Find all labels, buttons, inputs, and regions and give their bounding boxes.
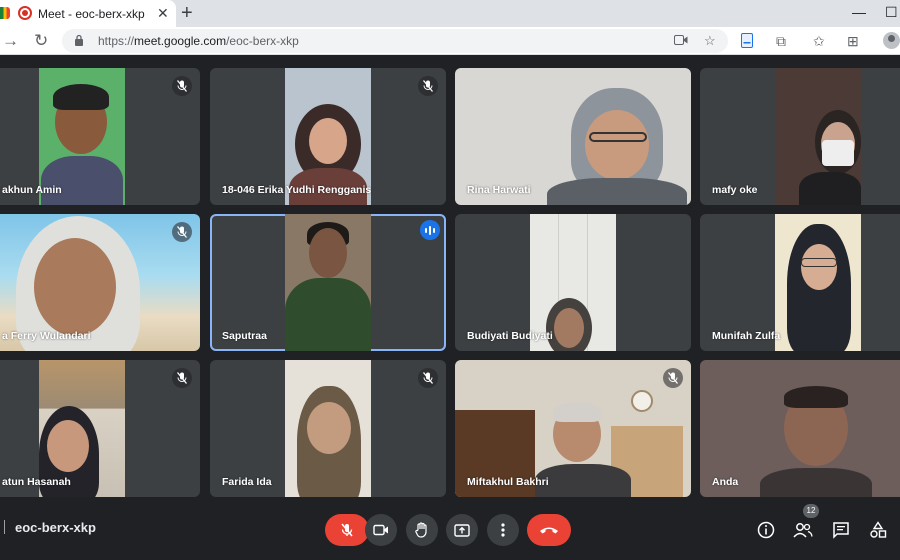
meeting-controls-bar: eoc-berx-xkp	[0, 504, 900, 560]
window-minimize-button[interactable]: —	[852, 4, 866, 20]
info-icon	[757, 521, 775, 539]
participant-tile[interactable]: Budiyati Budiyati	[455, 214, 691, 351]
participant-tile[interactable]: Rina Harwati	[455, 68, 691, 205]
participant-count-badge: 12	[803, 504, 819, 518]
mic-off-icon	[172, 368, 192, 388]
forward-arrow-icon[interactable]: →	[2, 31, 19, 51]
mic-off-icon	[172, 222, 192, 242]
participant-name: Budiyati Budiyati	[467, 330, 553, 342]
tab-close-button[interactable]: ✕	[157, 5, 169, 21]
recording-icon	[18, 6, 32, 20]
participant-tile-self[interactable]: Anda	[700, 360, 900, 497]
participant-tile[interactable]: Munifah Zulfa	[700, 214, 900, 351]
participant-name: 18-046 Erika Yudhi Rengganis	[222, 184, 372, 196]
camera-icon	[373, 524, 388, 536]
collections-icon[interactable]: ⊞	[847, 33, 859, 49]
participant-tile[interactable]: 18-046 Erika Yudhi Rengganis	[210, 68, 446, 205]
chat-button[interactable]	[829, 518, 853, 542]
participant-tile-active-speaker[interactable]: Saputraa	[210, 214, 446, 351]
participant-name: mafy oke	[712, 184, 758, 196]
reload-icon[interactable]: ↻	[34, 31, 48, 51]
raise-hand-icon	[415, 522, 427, 538]
window-maximize-button[interactable]: ☐	[885, 4, 898, 20]
mic-toggle-button[interactable]	[325, 514, 369, 546]
more-options-icon	[501, 523, 505, 537]
favorites-icon[interactable]: ✩	[813, 33, 825, 49]
participant-name: Munifah Zulfa	[712, 330, 781, 342]
browser-tab-bar: Meet - eoc-berx-xkp ✕ + — ☐	[0, 0, 900, 27]
activities-button[interactable]	[866, 518, 890, 542]
participant-video	[775, 214, 861, 351]
participant-tile[interactable]: mafy oke	[700, 68, 900, 205]
previous-tab-favicon	[0, 7, 10, 19]
present-icon	[454, 523, 470, 537]
show-everyone-button[interactable]	[791, 518, 815, 542]
participant-video	[775, 68, 861, 205]
meeting-stage: akhun Amin 18-046 Erika Yudhi Rengganis …	[0, 55, 900, 504]
participant-name: Rina Harwati	[467, 184, 531, 196]
end-call-icon	[540, 527, 558, 533]
speaking-indicator-icon	[420, 220, 440, 240]
mic-off-icon	[172, 76, 192, 96]
end-call-button[interactable]	[527, 514, 571, 546]
camera-toggle-button[interactable]	[365, 514, 397, 546]
browser-toolbar: → ↻ https://meet.google.com/eoc-berx-xkp…	[0, 27, 900, 55]
participant-tile[interactable]: a Ferry Wulandari	[0, 214, 200, 351]
participant-name: Farida Ida	[222, 476, 272, 488]
profile-avatar[interactable]	[883, 32, 900, 49]
activities-icon	[870, 521, 887, 538]
new-tab-button[interactable]: +	[181, 2, 193, 24]
participant-name: akhun Amin	[2, 184, 62, 196]
participant-video	[285, 214, 371, 351]
present-screen-button[interactable]	[446, 514, 478, 546]
camera-in-use-icon[interactable]	[674, 34, 688, 46]
chat-icon	[833, 522, 849, 539]
mic-off-icon	[418, 368, 438, 388]
lock-icon	[75, 34, 83, 46]
participant-name: Miftakhul Bakhri	[467, 476, 549, 488]
participant-tile[interactable]: akhun Amin	[0, 68, 200, 205]
meeting-details-button[interactable]	[754, 518, 778, 542]
meeting-code: eoc-berx-xkp	[4, 520, 96, 535]
add-favorite-icon[interactable]: ☆	[704, 33, 716, 49]
address-bar[interactable]: https://meet.google.com/eoc-berx-xkp ☆	[62, 29, 728, 53]
more-options-button[interactable]	[487, 514, 519, 546]
raise-hand-button[interactable]	[406, 514, 438, 546]
tab-title: Meet - eoc-berx-xkp	[38, 7, 145, 21]
participant-name: a Ferry Wulandari	[2, 330, 91, 342]
mic-off-icon	[663, 368, 683, 388]
extensions-icon[interactable]: ⧉	[776, 33, 786, 49]
people-icon	[793, 523, 813, 538]
document-extension-icon[interactable]	[741, 33, 753, 48]
participant-tile[interactable]: atun Hasanah	[0, 360, 200, 497]
browser-tab[interactable]: Meet - eoc-berx-xkp ✕	[0, 0, 176, 27]
mic-off-icon	[418, 76, 438, 96]
participant-video	[285, 360, 371, 497]
participant-name: atun Hasanah	[2, 476, 71, 488]
participant-tile[interactable]: Miftakhul Bakhri	[455, 360, 691, 497]
participant-name: Anda	[712, 476, 739, 488]
mic-off-icon	[341, 523, 353, 537]
participant-tile[interactable]: Farida Ida	[210, 360, 446, 497]
url-text: https://meet.google.com/eoc-berx-xkp	[98, 34, 299, 48]
participant-name: Saputraa	[222, 330, 267, 342]
